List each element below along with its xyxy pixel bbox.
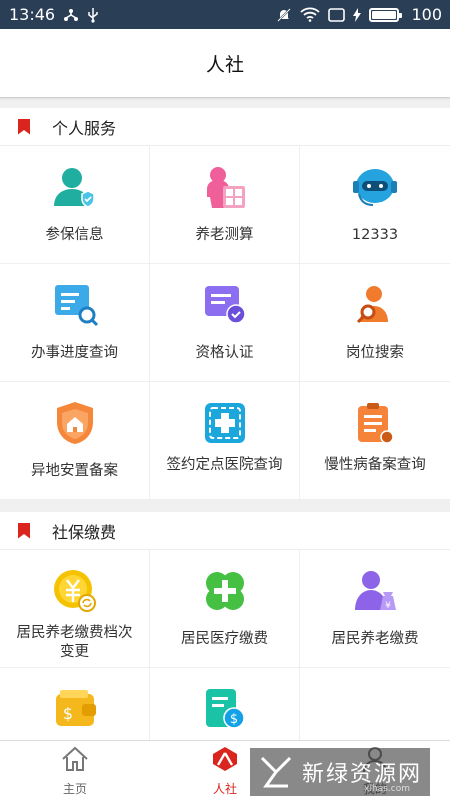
status-bar: 13:46 100 bbox=[0, 0, 450, 29]
bookmark-icon bbox=[18, 118, 30, 135]
svg-text:$: $ bbox=[62, 704, 72, 723]
service-pension-tier-change[interactable]: 居民养老缴费档次变更 bbox=[0, 550, 150, 668]
payment-grid: 居民养老缴费档次变更 居民医疗缴费 ¥ 居民养老缴费 $ $ bbox=[0, 550, 450, 740]
wifi-icon bbox=[300, 7, 321, 22]
watermark-logo-icon bbox=[260, 756, 292, 788]
bookmark-icon bbox=[18, 522, 30, 539]
renshe-logo-icon bbox=[210, 745, 240, 777]
service-label: 养老测算 bbox=[195, 227, 254, 243]
tab-home[interactable]: 主页 bbox=[0, 741, 150, 800]
clock: 13:46 bbox=[9, 5, 56, 24]
section-title: 个人服务 bbox=[52, 118, 117, 138]
service-label: 异地安置备案 bbox=[31, 463, 118, 479]
service-progress-query[interactable]: 办事进度查询 bbox=[0, 264, 150, 382]
pension-calculator-icon bbox=[200, 162, 250, 212]
service-job-search[interactable]: 岗位搜索 bbox=[300, 264, 450, 382]
service-label: 居民养老缴费 bbox=[331, 631, 419, 647]
service-bill[interactable]: $ bbox=[150, 668, 300, 740]
service-label: 岗位搜索 bbox=[346, 345, 404, 361]
service-wallet[interactable]: $ bbox=[0, 668, 150, 740]
job-search-icon bbox=[350, 280, 400, 330]
service-medical-payment[interactable]: 居民医疗缴费 bbox=[150, 550, 300, 668]
medical-cross-icon bbox=[200, 566, 250, 616]
service-label: 签约定点医院查询 bbox=[166, 457, 283, 473]
section-header: 个人服务 bbox=[0, 108, 450, 146]
home-icon bbox=[60, 745, 90, 777]
page-header: 人社 bbox=[0, 29, 450, 98]
insured-person-icon bbox=[50, 162, 100, 212]
charging-icon bbox=[353, 7, 362, 22]
progress-search-icon bbox=[50, 280, 100, 330]
service-relocation-record[interactable]: 异地安置备案 bbox=[0, 382, 150, 500]
service-chronic-disease[interactable]: 慢性病备案查询 bbox=[300, 382, 450, 500]
service-label: 办事进度查询 bbox=[31, 345, 118, 361]
wallet-icon: $ bbox=[50, 684, 100, 734]
hotline-robot-icon bbox=[350, 162, 400, 212]
service-designated-hospital[interactable]: 签约定点医院查询 bbox=[150, 382, 300, 500]
empty-cell bbox=[300, 668, 450, 740]
certification-icon bbox=[200, 280, 250, 330]
battery-icon bbox=[369, 7, 403, 22]
main-content[interactable]: 个人服务 参保信息 养老测算 12333 办事进度查询 资格认证 岗位搜索 异地… bbox=[0, 98, 450, 740]
service-grid: 参保信息 养老测算 12333 办事进度查询 资格认证 岗位搜索 异地安置备案 … bbox=[0, 146, 450, 500]
section-personal-services: 个人服务 参保信息 养老测算 12333 办事进度查询 资格认证 岗位搜索 异地… bbox=[0, 108, 450, 500]
chronic-disease-icon bbox=[350, 398, 400, 448]
section-title: 社保缴费 bbox=[52, 522, 117, 542]
service-label: 居民养老缴费档次变更 bbox=[16, 625, 133, 660]
service-label: 居民医疗缴费 bbox=[181, 631, 268, 647]
watermark-sub: xlhas.com bbox=[364, 784, 410, 794]
service-label: 12333 bbox=[351, 227, 399, 243]
tablet-icon bbox=[328, 7, 346, 22]
service-label: 资格认证 bbox=[195, 345, 254, 361]
tab-label: 人社 bbox=[212, 782, 237, 796]
usb-icon bbox=[87, 7, 99, 23]
service-pension-calc[interactable]: 养老测算 bbox=[150, 146, 300, 264]
tab-label: 主页 bbox=[62, 782, 87, 796]
battery-level: 100 bbox=[411, 5, 442, 24]
svg-text:$: $ bbox=[229, 712, 237, 727]
service-label: 参保信息 bbox=[45, 227, 104, 243]
relocation-shield-icon bbox=[50, 398, 100, 448]
hospital-icon bbox=[200, 398, 250, 448]
section-header: 社保缴费 bbox=[0, 512, 450, 550]
service-qualification-cert[interactable]: 资格认证 bbox=[150, 264, 300, 382]
svg-text:¥: ¥ bbox=[385, 601, 391, 611]
service-label: 慢性病备案查询 bbox=[324, 457, 426, 473]
service-insurance-info[interactable]: 参保信息 bbox=[0, 146, 150, 264]
section-social-payment: 社保缴费 居民养老缴费档次变更 居民医疗缴费 ¥ 居民养老缴费 $ $ bbox=[0, 512, 450, 740]
service-pension-payment[interactable]: ¥ 居民养老缴费 bbox=[300, 550, 450, 668]
watermark: 新绿资源网 xlhas.com bbox=[250, 748, 430, 796]
fork-icon bbox=[63, 8, 79, 22]
bill-icon: $ bbox=[200, 684, 250, 734]
page-title: 人社 bbox=[205, 53, 244, 76]
yuan-coin-icon bbox=[50, 566, 100, 616]
elder-payment-icon: ¥ bbox=[350, 566, 400, 616]
mute-icon bbox=[276, 7, 292, 23]
service-12333[interactable]: 12333 bbox=[300, 146, 450, 264]
